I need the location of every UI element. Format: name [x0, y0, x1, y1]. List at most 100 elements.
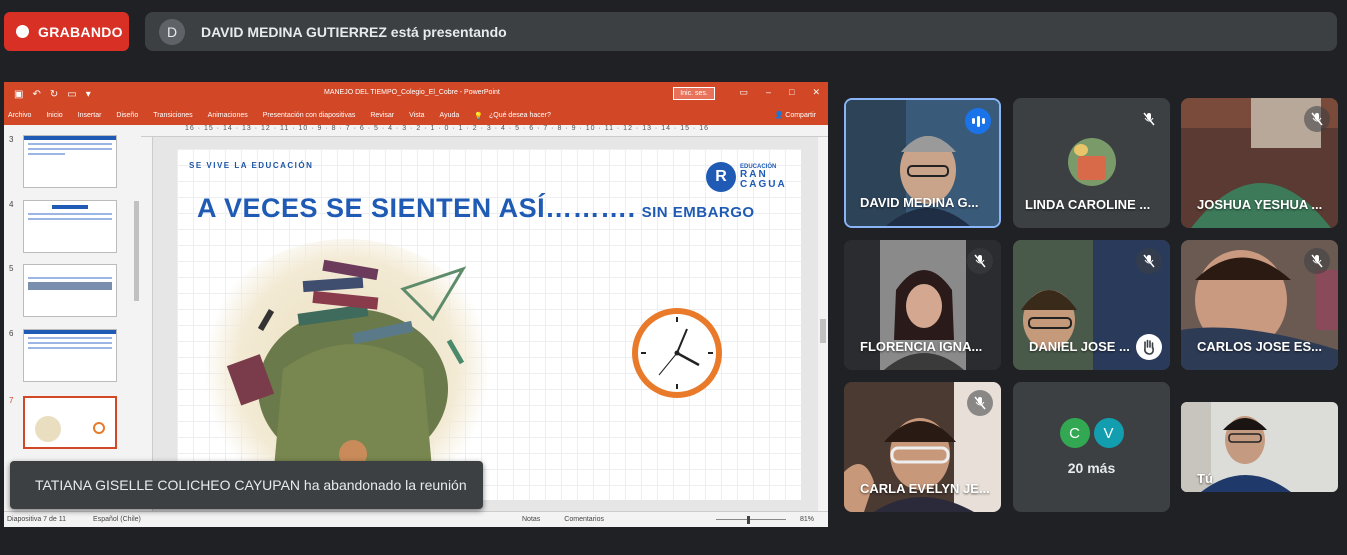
horizontal-ruler: 16 · 15 · 14 · 13 · 12 · 11 · 10 · 9 · 8… — [141, 125, 828, 137]
powerpoint-body: 3 4 5 6 7 16 · 15 · 14 · 13 · 12 · 11 · … — [4, 125, 828, 511]
tab-transiciones[interactable]: Transiciones — [153, 112, 192, 119]
tab-diseno[interactable]: Diseño — [116, 112, 138, 119]
redo-icon[interactable]: ↻ — [50, 89, 58, 100]
presenter-banner: D DAVID MEDINA GUTIERREZ está presentand… — [145, 12, 1337, 51]
slide-heading-suffix: SIN EMBARGO — [641, 204, 755, 221]
view-buttons: Notas Comentarios — [522, 516, 604, 523]
comments-button[interactable]: Comentarios — [564, 516, 604, 523]
customize-icon[interactable]: ▾ — [86, 89, 91, 100]
participant-name: FLORENCIA IGNA... — [860, 339, 983, 354]
participant-tile-linda[interactable]: LINDA CAROLINE ... — [1013, 98, 1170, 228]
participant-avatar: V — [1093, 418, 1124, 448]
sign-in-button[interactable]: Inic. ses. — [673, 87, 715, 100]
self-view-tile[interactable]: Tú — [1181, 402, 1338, 492]
lightbulb-icon: 💡 — [474, 112, 483, 120]
slide-tagline: SE VIVE LA EDUCACIÓN — [189, 161, 314, 170]
slide-heading: A VECES SE SIENTEN ASÍ………. SIN EMBARGO — [197, 193, 755, 223]
presenter-text: DAVID MEDINA GUTIERREZ está presentando — [201, 23, 507, 40]
quick-access-toolbar: ▣ ↶ ↻ ▭ ▾ — [4, 89, 91, 100]
mic-off-icon — [1136, 248, 1162, 274]
participant-avatar — [1068, 138, 1116, 186]
more-participants-count: 20 más — [1067, 460, 1116, 476]
ribbon-tabs: Archivo Inicio Insertar Diseño Transicio… — [4, 106, 828, 125]
share-label: Compartir — [785, 112, 816, 119]
rancagua-logo: R EDUCACIÓN RAN CAGUA — [706, 162, 787, 192]
language-indicator[interactable]: Español (Chile) — [93, 516, 141, 523]
more-participant-avatars: C V — [1059, 418, 1124, 448]
undo-icon[interactable]: ↶ — [32, 89, 40, 100]
zoom-level[interactable]: 81% — [800, 516, 814, 523]
slide-canvas[interactable]: SE VIVE LA EDUCACIÓN R EDUCACIÓN RAN CAG… — [177, 149, 801, 500]
tab-animaciones[interactable]: Animaciones — [208, 112, 248, 119]
close-icon[interactable]: ✕ — [812, 87, 820, 98]
participant-tile-florencia[interactable]: FLORENCIA IGNA... — [844, 240, 1001, 370]
participant-name: JOSHUA YESHUA ... — [1197, 197, 1323, 212]
logo-text: EDUCACIÓN RAN CAGUA — [740, 164, 787, 190]
tab-inicio[interactable]: Inicio — [46, 112, 62, 119]
slide-thumbnail[interactable] — [23, 135, 117, 188]
thumb-number: 7 — [9, 396, 14, 405]
participant-avatar: C — [1059, 418, 1090, 448]
participant-tile-carla[interactable]: CARLA EVELYN JE... — [844, 382, 1001, 512]
slide-thumbnail[interactable] — [23, 200, 117, 253]
tell-me-search[interactable]: ¿Qué desea hacer? — [489, 112, 551, 119]
participant-name: CARLA EVELYN JE... — [860, 481, 990, 496]
thumb-number: 5 — [9, 264, 14, 273]
zoom-slider-thumb[interactable] — [747, 516, 750, 524]
slide-thumbnail[interactable] — [23, 329, 117, 382]
participant-name: DANIEL JOSE ... — [1029, 339, 1130, 354]
tab-ayuda[interactable]: Ayuda — [440, 112, 460, 119]
powerpoint-titlebar: ▣ ↶ ↻ ▭ ▾ MANEJO DEL TIEMPO_Colegio_El_C… — [4, 82, 828, 106]
zoom-slider[interactable] — [716, 519, 786, 520]
window-controls: ▭ – □ ✕ — [739, 87, 820, 98]
mic-off-icon — [1136, 106, 1162, 132]
slide-thumbnails-pane: 3 4 5 6 7 — [4, 125, 141, 511]
participant-left-notification: TATIANA GISELLE COLICHEO CAYUPAN ha aban… — [10, 461, 483, 509]
mic-off-icon — [967, 248, 993, 274]
slideshow-icon[interactable]: ▭ — [67, 89, 76, 100]
slide-thumbnail[interactable] — [23, 264, 117, 317]
meet-window: GRABANDO D DAVID MEDINA GUTIERREZ está p… — [0, 0, 1347, 555]
maximize-icon[interactable]: □ — [789, 87, 794, 98]
self-name: Tú — [1197, 471, 1213, 486]
recording-button[interactable]: GRABANDO — [4, 12, 129, 51]
participant-tile-daniel[interactable]: DANIEL JOSE ... — [1013, 240, 1170, 370]
logo-mark: R — [706, 162, 736, 192]
speaking-indicator-icon — [965, 108, 991, 134]
mic-off-icon — [967, 390, 993, 416]
tab-archivo[interactable]: Archivo — [8, 112, 31, 119]
presenter-avatar: D — [159, 18, 185, 45]
slide-counter: Diapositiva 7 de 11 — [7, 516, 67, 523]
slide-thumbnail-selected[interactable] — [23, 396, 117, 449]
recording-label: GRABANDO — [38, 23, 123, 40]
tab-revisar[interactable]: Revisar — [370, 112, 394, 119]
participant-name: LINDA CAROLINE ... — [1025, 197, 1151, 212]
participant-tile-david[interactable]: DAVID MEDINA G... — [844, 98, 1001, 228]
notes-button[interactable]: Notas — [522, 516, 540, 523]
tab-presentacion[interactable]: Presentación con diapositivas — [263, 112, 356, 119]
minimize-icon[interactable]: – — [766, 87, 771, 98]
mic-off-icon — [1304, 248, 1330, 274]
thumb-number: 4 — [9, 200, 14, 209]
recording-dot-icon — [16, 25, 29, 38]
ribbon-options-icon[interactable]: ▭ — [739, 87, 748, 98]
tab-insertar[interactable]: Insertar — [78, 112, 102, 119]
tab-vista[interactable]: Vista — [409, 112, 424, 119]
participant-tile-carlos[interactable]: CARLOS JOSE ES... — [1181, 240, 1338, 370]
participant-tile-joshua[interactable]: JOSHUA YESHUA ... — [1181, 98, 1338, 228]
thumb-number: 3 — [9, 135, 14, 144]
slide-scrollbar[interactable] — [818, 137, 828, 511]
vertical-ruler — [141, 137, 153, 511]
wall-clock-illustration — [632, 308, 722, 398]
raised-hand-icon — [1136, 334, 1162, 360]
participant-name: DAVID MEDINA G... — [860, 195, 979, 210]
more-participants-tile[interactable]: C V 20 más — [1013, 382, 1170, 512]
powerpoint-status-bar: Diapositiva 7 de 11 Español (Chile) Nota… — [4, 511, 828, 527]
thumb-number: 6 — [9, 329, 14, 338]
thumbnail-scrollbar[interactable] — [132, 125, 141, 511]
mic-off-icon — [1304, 106, 1330, 132]
person-icon: 👤 — [774, 112, 786, 119]
save-icon[interactable]: ▣ — [14, 89, 23, 100]
share-button[interactable]: 👤 Compartir — [775, 111, 816, 119]
participant-name: CARLOS JOSE ES... — [1197, 339, 1322, 354]
